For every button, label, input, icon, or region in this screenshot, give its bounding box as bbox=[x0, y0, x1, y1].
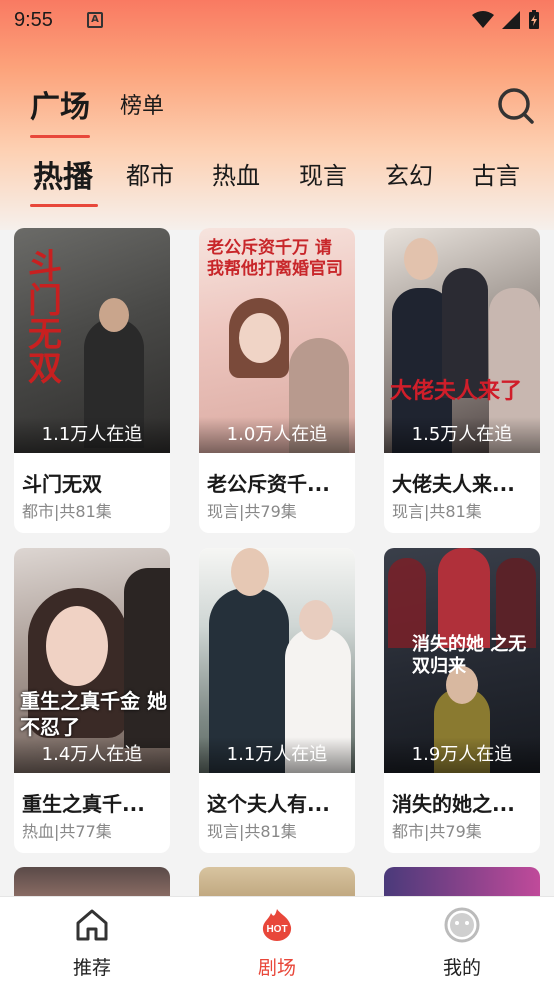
poster-title-art: 消失的她 之无双归来 bbox=[412, 634, 527, 677]
nav-label: 我的 bbox=[442, 957, 481, 979]
category-ancient-romance[interactable]: 古言 bbox=[472, 156, 520, 191]
category-hot[interactable]: 热播 bbox=[33, 152, 93, 196]
tab-square[interactable]: 广场 bbox=[30, 82, 90, 138]
drama-title: 重生之真千... bbox=[22, 792, 145, 816]
nav-profile[interactable]: 我的 bbox=[370, 897, 554, 984]
drama-poster: 斗门无双 1.1万人在追 bbox=[14, 228, 170, 453]
nav-label: 推荐 bbox=[72, 957, 111, 979]
followers-count: 1.5万人在追 bbox=[384, 417, 540, 453]
drama-poster: 1.1万人在追 bbox=[199, 548, 355, 773]
tab-ranking[interactable]: 榜单 bbox=[120, 88, 164, 138]
poster-title-art: 斗门无双 bbox=[28, 247, 62, 389]
drama-card-partial[interactable] bbox=[384, 867, 540, 897]
drama-card-partial[interactable] bbox=[199, 867, 355, 897]
category-urban[interactable]: 都市 bbox=[126, 156, 174, 191]
drama-title: 老公斥资千... bbox=[207, 472, 330, 496]
home-icon bbox=[76, 909, 108, 941]
signal-icon bbox=[502, 11, 520, 29]
drama-poster: 消失的她 之无双归来 1.9万人在追 bbox=[384, 548, 540, 773]
drama-meta: 现言|共81集 bbox=[392, 502, 482, 521]
followers-count: 1.1万人在追 bbox=[199, 737, 355, 773]
drama-card-partial[interactable] bbox=[14, 867, 170, 897]
poster-title-art: 大佬夫人来了 bbox=[390, 378, 523, 404]
drama-poster: 重生之真千金 她不忍了 1.4万人在追 bbox=[14, 548, 170, 773]
category-action[interactable]: 热血 bbox=[212, 156, 260, 191]
drama-title: 消失的她之... bbox=[392, 792, 515, 816]
drama-title: 大佬夫人来... bbox=[392, 472, 515, 496]
nav-theater[interactable]: HOT 剧场 bbox=[185, 897, 369, 984]
followers-count: 1.1万人在追 bbox=[14, 417, 170, 453]
drama-poster: 老公斥资千万 请我帮他打离婚官司 1.0万人在追 bbox=[199, 228, 355, 453]
nav-label: 剧场 bbox=[257, 957, 296, 979]
drama-card[interactable]: 1.1万人在追 这个夫人有... 现言|共81集 bbox=[199, 548, 355, 853]
followers-count: 1.9万人在追 bbox=[384, 737, 540, 773]
drama-card[interactable]: 斗门无双 1.1万人在追 斗门无双 都市|共81集 bbox=[14, 228, 170, 533]
battery-icon bbox=[529, 10, 539, 29]
drama-meta: 都市|共81集 bbox=[22, 502, 112, 521]
drama-meta: 现言|共81集 bbox=[207, 822, 297, 841]
drama-title: 斗门无双 bbox=[22, 472, 102, 496]
status-time: 9:55 bbox=[14, 8, 53, 31]
drama-card[interactable]: 消失的她 之无双归来 1.9万人在追 消失的她之... 都市|共79集 bbox=[384, 548, 540, 853]
category-active-indicator bbox=[30, 204, 98, 207]
main-tabs: 广场 榜单 bbox=[30, 82, 164, 138]
drama-card[interactable]: 重生之真千金 她不忍了 1.4万人在追 重生之真千... 热血|共77集 bbox=[14, 548, 170, 853]
drama-title: 这个夫人有... bbox=[207, 792, 330, 816]
poster-title-art: 老公斥资千万 请我帮他打离婚官司 bbox=[207, 238, 343, 279]
category-modern-romance[interactable]: 现言 bbox=[299, 156, 347, 191]
drama-card[interactable]: 大佬夫人来了 1.5万人在追 大佬夫人来... 现言|共81集 bbox=[384, 228, 540, 533]
bottom-nav: 推荐 HOT 剧场 我的 bbox=[0, 896, 554, 984]
poster-title-art: 重生之真千金 她不忍了 bbox=[20, 689, 167, 739]
drama-meta: 热血|共77集 bbox=[22, 822, 112, 841]
drama-meta: 都市|共79集 bbox=[392, 822, 482, 841]
drama-poster: 大佬夫人来了 1.5万人在追 bbox=[384, 228, 540, 453]
drama-card[interactable]: 老公斥资千万 请我帮他打离婚官司 1.0万人在追 老公斥资千... 现言|共79… bbox=[199, 228, 355, 533]
nav-recommend[interactable]: 推荐 bbox=[0, 897, 184, 984]
category-tabs: 热播 都市 热血 现言 玄幻 古言 bbox=[0, 150, 554, 210]
wifi-icon bbox=[472, 11, 494, 28]
profile-icon bbox=[444, 907, 480, 943]
followers-count: 1.4万人在追 bbox=[14, 737, 170, 773]
drama-meta: 现言|共79集 bbox=[207, 502, 297, 521]
status-bar: 9:55 A bbox=[0, 0, 554, 40]
search-icon[interactable] bbox=[496, 86, 536, 126]
category-fantasy[interactable]: 玄幻 bbox=[385, 156, 433, 191]
followers-count: 1.0万人在追 bbox=[199, 417, 355, 453]
hot-badge: HOT bbox=[266, 924, 287, 935]
hot-icon: HOT bbox=[262, 909, 292, 941]
notification-icon: A bbox=[86, 12, 103, 28]
